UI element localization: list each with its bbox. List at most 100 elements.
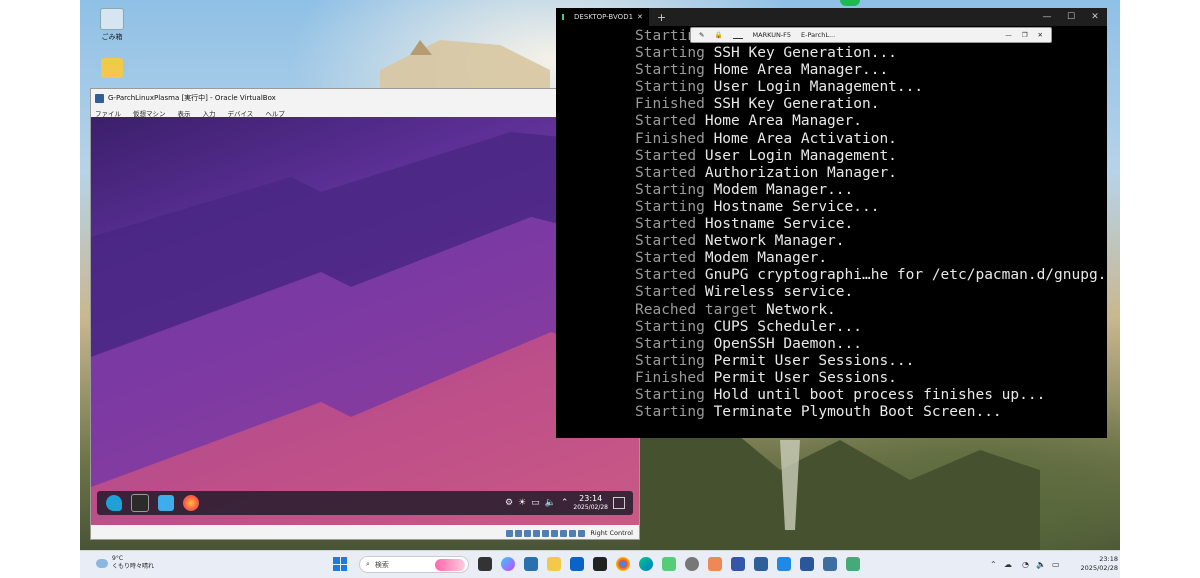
terminal-maximize-button[interactable]: ☐: [1059, 12, 1083, 22]
terminal-line: Started Hostname Service.: [635, 216, 1106, 233]
terminal-line-status: Started: [635, 216, 697, 233]
terminal-line-status: Finished: [635, 369, 705, 386]
terminal-line-status: Reached target: [635, 301, 758, 318]
vbox-title: G-ParchLinuxPlasma [実行中] - Oracle Virtua…: [108, 94, 276, 102]
terminal-line: Started Wireless service.: [635, 284, 1106, 301]
taskbar: 9°C くもり時々晴れ ⌕ 検索 ⌃ ☁ ◔ 🔈 ▭ 23:18 2025/02…: [80, 550, 1120, 578]
brightness-icon[interactable]: ☀: [518, 498, 526, 508]
new-tab-button[interactable]: +: [657, 11, 666, 24]
tab-close-icon[interactable]: ✕: [637, 13, 643, 21]
terminal-line: Starting OpenSSH Daemon...: [635, 336, 1106, 353]
mouse-status-icon[interactable]: [578, 529, 586, 537]
battery-icon[interactable]: ▭: [1052, 560, 1060, 569]
search-box[interactable]: ⌕ 検索: [359, 556, 469, 573]
chrome-icon[interactable]: [616, 557, 630, 571]
weather-widget[interactable]: 9°C くもり時々晴れ: [96, 555, 154, 571]
terminal-line-status: Starting: [635, 181, 705, 198]
terminal-tab[interactable]: DESKTOP-BVOD1 ✕: [556, 8, 649, 26]
terminal-line-status: Starting: [635, 45, 705, 62]
recording-status-icon[interactable]: [569, 529, 577, 537]
terminal-line: Starting Home Area Manager...: [635, 62, 1106, 79]
terminal-line: Started GnuPG cryptographi…he for /etc/p…: [635, 267, 1106, 284]
terminal-window[interactable]: DESKTOP-BVOD1 ✕ + — ☐ ✕ Starting Startin…: [556, 8, 1107, 438]
search-placeholder: 検索: [374, 560, 389, 569]
firefox-icon[interactable]: [183, 495, 199, 511]
shared-folder-status-icon[interactable]: [551, 529, 559, 537]
terminal-line-status: Starting: [635, 335, 705, 352]
wifi-icon[interactable]: ◔: [1022, 560, 1029, 569]
terminal-line-text: Home Area Activation.: [713, 130, 897, 147]
audio-status-icon[interactable]: [524, 529, 532, 537]
terminal-line-text: Home Area Manager...: [713, 62, 889, 79]
widgets-icon[interactable]: [524, 557, 538, 571]
terminal-line: Starting CUPS Scheduler...: [635, 319, 1106, 336]
start-button[interactable]: [333, 557, 347, 571]
volume-icon[interactable]: 🔈: [545, 498, 556, 508]
settings-icon[interactable]: [685, 557, 699, 571]
task-view-icon[interactable]: [478, 557, 492, 571]
tray-expand-icon[interactable]: ⌃: [561, 498, 569, 508]
show-desktop-button[interactable]: [613, 497, 625, 509]
terminal-line: Reached target Network.: [635, 302, 1106, 319]
terminal-line: Starting Permit User Sessions...: [635, 353, 1106, 370]
terminal-line: Finished Home Area Activation.: [635, 131, 1106, 148]
terminal-output: Starting Starting SSH Key Generation... S…: [635, 28, 1106, 421]
photos-icon[interactable]: [708, 557, 722, 571]
edge-icon[interactable]: [639, 557, 653, 571]
vbox-manager-icon[interactable]: [823, 557, 837, 571]
store-icon[interactable]: [662, 557, 676, 571]
terminal-line: Starting Hostname Service...: [635, 199, 1106, 216]
terminal-line-status: Starting: [635, 352, 705, 369]
optical-status-icon[interactable]: [515, 529, 523, 537]
remote-desktop-bar: ✎ 🔒 MARKUN-F5 E-ParchL... — ❐ ✕: [690, 27, 1052, 43]
terminal-line: Starting User Login Management...: [635, 79, 1106, 96]
terminal-line-status: Starting: [635, 318, 705, 335]
terminal-line-status: Started: [635, 250, 697, 267]
word-icon[interactable]: [800, 557, 814, 571]
app-icon[interactable]: [846, 557, 860, 571]
system-tray: ⚙ ☀ ▭ 🔈 ⌃ 23:14 2025/02/28: [505, 491, 625, 515]
host-key-label: Right Control: [590, 529, 633, 537]
terminal-line-text: GnuPG cryptographi…he for /etc/pacman.d/…: [704, 267, 1107, 284]
terminal-line-text: Hostname Service.: [704, 216, 854, 233]
rdp-restore-button[interactable]: ❐: [1022, 31, 1028, 39]
mail-icon[interactable]: [570, 557, 584, 571]
network-status-icon[interactable]: [533, 529, 541, 537]
terminal-tabbar: DESKTOP-BVOD1 ✕ + — ☐ ✕: [556, 8, 1107, 26]
terminal-minimize-button[interactable]: —: [1035, 12, 1059, 22]
pin-icon[interactable]: ✎: [699, 31, 704, 39]
terminal-line-text: Network.: [765, 301, 836, 318]
app-launcher-icon[interactable]: [106, 495, 122, 511]
terminal-close-button[interactable]: ✕: [1083, 12, 1107, 22]
terminal-line-text: Modem Manager.: [704, 250, 828, 267]
lock-icon[interactable]: 🔒: [714, 31, 722, 39]
rdp-close-button[interactable]: ✕: [1038, 31, 1043, 39]
terminal-line-status: Finished: [635, 96, 705, 113]
terminal-icon[interactable]: [131, 494, 149, 512]
terminal-line-text: OpenSSH Daemon...: [713, 335, 862, 352]
system-clock[interactable]: 23:18 2025/02/28: [1081, 555, 1118, 573]
usb-status-icon[interactable]: [542, 529, 550, 537]
terminal-tab-title: DESKTOP-BVOD1: [574, 13, 634, 21]
remote-desktop-icon[interactable]: [731, 557, 745, 571]
file-manager-icon[interactable]: [158, 495, 174, 511]
display-icon[interactable]: ▭: [531, 498, 540, 508]
onedrive-icon[interactable]: ☁: [1004, 560, 1012, 569]
hdd-status-icon[interactable]: [506, 529, 514, 537]
rdp-minimize-button[interactable]: —: [1005, 31, 1012, 39]
virtualbox-taskbar-icon[interactable]: [754, 557, 768, 571]
terminal-app-icon[interactable]: [593, 557, 607, 571]
desktop-icon-recycle-bin[interactable]: ごみ箱: [92, 8, 132, 42]
terminal-line: Started Network Manager.: [635, 233, 1106, 250]
vscode-icon[interactable]: [777, 557, 791, 571]
tray-overflow-icon[interactable]: ⌃: [990, 560, 997, 569]
guest-clock[interactable]: 23:14 2025/02/28: [573, 494, 608, 512]
terminal-line-status: Starting: [635, 404, 705, 421]
terminal-line: Started User Login Management.: [635, 148, 1106, 165]
display-status-icon[interactable]: [560, 529, 568, 537]
network-icon[interactable]: ⚙: [505, 498, 513, 508]
file-explorer-icon[interactable]: [547, 557, 561, 571]
desktop-icon-folder[interactable]: [92, 58, 132, 80]
copilot-icon[interactable]: [501, 557, 515, 571]
speaker-icon[interactable]: 🔈: [1036, 560, 1046, 569]
